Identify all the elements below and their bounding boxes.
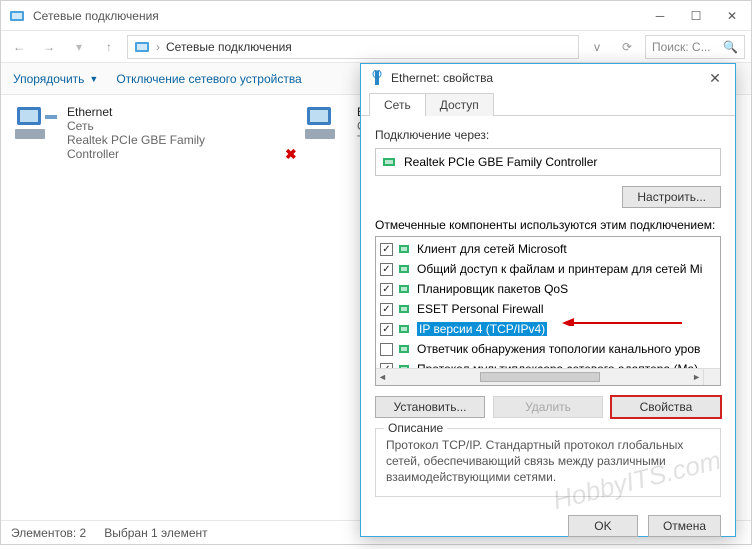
chevron-down-icon: ▼: [89, 74, 98, 84]
scroll-left-icon[interactable]: ◄: [378, 372, 387, 382]
scroll-corner: [703, 368, 720, 385]
delete-button: Удалить: [493, 396, 603, 418]
component-label: ESET Personal Firewall: [417, 302, 544, 316]
tab-network[interactable]: Сеть: [369, 93, 426, 116]
h-scrollbar[interactable]: ◄ ►: [376, 368, 703, 385]
window-controls: ─ ☐ ✕: [653, 9, 739, 23]
component-item[interactable]: Ответчик обнаружения топологии канальног…: [376, 339, 720, 359]
component-checkbox[interactable]: ✓: [380, 283, 393, 296]
component-item[interactable]: ✓ ESET Personal Firewall: [376, 299, 720, 319]
component-icon: [397, 282, 413, 296]
component-checkbox[interactable]: ✓: [380, 323, 393, 336]
maximize-button[interactable]: ☐: [689, 9, 703, 23]
dialog-titlebar: Ethernet: свойства ✕: [361, 64, 735, 92]
connection-labels: Ethernet Сеть Realtek PCIe GBE Family Co…: [67, 105, 243, 161]
search-icon: 🔍: [723, 40, 738, 54]
connect-via-label: Подключение через:: [375, 128, 721, 142]
configure-row: Настроить...: [375, 186, 721, 208]
tab-access[interactable]: Доступ: [425, 93, 494, 116]
organize-menu[interactable]: Упорядочить ▼: [13, 72, 98, 86]
component-label: Планировщик пакетов QoS: [417, 282, 568, 296]
dialog-tabs: Сеть Доступ: [361, 92, 735, 116]
scroll-thumb[interactable]: [480, 372, 600, 382]
back-button[interactable]: ←: [7, 35, 31, 59]
selection-count: Выбран 1 элемент: [104, 526, 207, 540]
dialog-title: Ethernet: свойства: [391, 71, 703, 85]
connection-status: Сеть: [67, 119, 243, 133]
component-icon: [397, 242, 413, 256]
description-legend: Описание: [384, 421, 447, 435]
disable-device-button[interactable]: Отключение сетевого устройства: [116, 72, 301, 86]
breadcrumb-box[interactable]: › Сетевые подключения: [127, 35, 579, 59]
component-icon: [397, 322, 413, 336]
component-icon: [397, 262, 413, 276]
ok-button[interactable]: OK: [568, 515, 638, 537]
properties-button[interactable]: Свойства: [611, 396, 721, 418]
scroll-right-icon[interactable]: ►: [692, 372, 701, 382]
adapter-icon: [369, 70, 385, 86]
component-label: Клиент для сетей Microsoft: [417, 242, 567, 256]
address-bar: ← → ▾ ↑ › Сетевые подключения v ⟳ Поиск:…: [1, 31, 751, 63]
component-label: IP версии 4 (TCP/IPv4): [417, 322, 547, 336]
search-input[interactable]: Поиск: С... 🔍: [645, 35, 745, 59]
minimize-button[interactable]: ─: [653, 9, 667, 23]
dropdown-chevron-icon[interactable]: v: [585, 35, 609, 59]
component-checkbox[interactable]: ✓: [380, 303, 393, 316]
network-folder-icon: [134, 39, 150, 55]
dialog-footer: OK Отмена: [361, 505, 735, 549]
component-item[interactable]: ✓ IP версии 4 (TCP/IPv4): [376, 319, 720, 339]
up-button[interactable]: ↑: [97, 35, 121, 59]
connection-item[interactable]: Ethernet Сеть Realtek PCIe GBE Family Co…: [13, 105, 243, 161]
install-button[interactable]: Установить...: [375, 396, 485, 418]
nic-icon: [382, 155, 398, 169]
titlebar: Сетевые подключения ─ ☐ ✕: [1, 1, 751, 31]
description-group: Описание Протокол TCP/IP. Стандартный пр…: [375, 428, 721, 497]
component-checkbox[interactable]: ✓: [380, 263, 393, 276]
component-item[interactable]: ✓ Общий доступ к файлам и принтерам для с…: [376, 259, 720, 279]
close-button[interactable]: ✕: [725, 9, 739, 23]
ethernet-adapter-icon: [303, 105, 349, 143]
disabled-overlay-icon: ✖: [285, 146, 297, 163]
breadcrumb[interactable]: Сетевые подключения: [166, 40, 292, 54]
component-item[interactable]: ✓ Клиент для сетей Microsoft: [376, 239, 720, 259]
dialog-body: Подключение через: Realtek PCIe GBE Fami…: [361, 116, 735, 505]
network-folder-icon: [9, 8, 25, 24]
component-checkbox[interactable]: ✓: [380, 243, 393, 256]
components-label: Отмеченные компоненты используются этим …: [375, 218, 721, 232]
window-title: Сетевые подключения: [33, 9, 653, 23]
search-placeholder: Поиск: С...: [652, 40, 711, 54]
recent-chevron-icon[interactable]: ▾: [67, 35, 91, 59]
adapter-field[interactable]: Realtek PCIe GBE Family Controller: [375, 148, 721, 176]
component-icon: [397, 342, 413, 356]
configure-button[interactable]: Настроить...: [622, 186, 721, 208]
cancel-button[interactable]: Отмена: [648, 515, 721, 537]
component-label: Общий доступ к файлам и принтерам для се…: [417, 262, 702, 276]
chevron-right-icon: ›: [156, 40, 160, 54]
connection-device: Realtek PCIe GBE Family Controller: [67, 133, 243, 161]
connection-name: Ethernet: [67, 105, 243, 119]
component-buttons: Установить... Удалить Свойства: [375, 396, 721, 418]
ethernet-adapter-icon: [13, 105, 59, 143]
dialog-close-button[interactable]: ✕: [703, 70, 727, 87]
component-icon: [397, 302, 413, 316]
components-list[interactable]: ✓ Клиент для сетей Microsoft ✓ Общий доступ…: [375, 236, 721, 386]
forward-button[interactable]: →: [37, 35, 61, 59]
refresh-button[interactable]: ⟳: [615, 35, 639, 59]
item-count: Элементов: 2: [11, 526, 86, 540]
component-checkbox[interactable]: [380, 343, 393, 356]
adapter-name: Realtek PCIe GBE Family Controller: [404, 155, 597, 169]
ethernet-properties-dialog: Ethernet: свойства ✕ Сеть Доступ Подключ…: [360, 63, 736, 537]
component-item[interactable]: ✓ Планировщик пакетов QoS: [376, 279, 720, 299]
description-text: Протокол TCP/IP. Стандартный протокол гл…: [386, 437, 710, 486]
component-label: Ответчик обнаружения топологии канальног…: [417, 342, 700, 356]
